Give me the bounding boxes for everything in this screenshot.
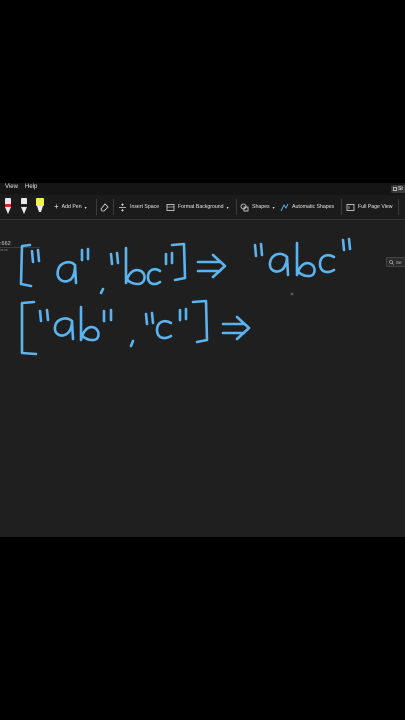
plus-icon: + [54,202,59,211]
ink-quote [102,308,113,323]
ink-letter-a [53,317,75,341]
menu-bar: View Help St [0,183,405,195]
ink-quote [144,311,155,326]
ribbon-separator [398,199,399,215]
ink-comma [99,287,105,295]
ink-letter-c [318,253,336,274]
add-pen-button[interactable]: + Add Pen ▾ [54,201,87,213]
ink-letter-a [268,252,290,277]
share-label: St [398,186,403,192]
eraser-icon [100,202,109,211]
insert-space-label: Insert Space [130,204,160,210]
automatic-shapes-label: Automatic Shapes [292,204,335,210]
ink-letter-c [155,319,173,340]
ink-arrow [196,253,227,279]
highlighter-yellow-icon[interactable] [35,197,45,217]
ink-quote [178,307,188,322]
insert-space-button[interactable]: Insert Space [118,201,159,213]
shapes-label: Shapes [252,204,270,210]
chevron-down-icon: ▾ [226,204,229,210]
background-icon [166,203,175,211]
ribbon-separator [113,199,114,215]
full-page-view-button[interactable]: Full Page View [346,201,393,213]
eraser-button[interactable] [100,201,109,213]
full-page-icon [346,203,355,211]
ink-dot [290,292,294,296]
format-background-label: Format Background [178,204,224,210]
share-button[interactable]: St [391,185,405,193]
automatic-shapes-icon [280,203,289,211]
ribbon-separator [236,199,237,215]
menu-help[interactable]: Help [25,184,37,190]
ink-letter-b [79,305,100,342]
ink-quote [38,308,50,323]
ink-bracket-open [20,300,38,356]
menu-view[interactable]: View [5,184,18,190]
ink-letter-a [56,260,78,285]
ribbon-separator [341,199,342,215]
share-icon [393,187,397,191]
shapes-icon [240,203,249,211]
ink-quote [109,251,120,266]
ink-bracket-open [19,243,33,288]
chevron-down-icon: ▾ [272,204,275,210]
pen-black-icon[interactable] [3,197,13,217]
ink-letter-b [124,246,146,286]
ink-letter-c [146,267,162,286]
ink-bracket-close [170,242,187,282]
ink-quote [80,247,90,262]
ribbon-separator [96,199,97,215]
chevron-down-icon: ▾ [84,204,87,210]
ink-arrow [221,315,251,341]
format-background-button[interactable]: Format Background ▾ [166,201,229,213]
ink-quote [341,237,352,252]
ink-bracket-close [191,299,209,344]
full-page-view-label: Full Page View [358,204,393,210]
note-canvas[interactable]: :662 45:08 Se [0,220,405,537]
add-pen-label: Add Pen [61,204,82,210]
pen-dark-icon[interactable] [19,197,29,217]
handwritten-ink [19,237,352,356]
ink-letter-b [295,241,316,278]
ink-quote [30,248,41,264]
ink-comma [129,339,135,348]
draw-ribbon: + Add Pen ▾ Insert Space Format Backgrou… [0,195,405,220]
onenote-window: View Help St + Add Pen ▾ Insert Space Fo… [0,183,405,537]
automatic-shapes-button[interactable]: Automatic Shapes [280,201,334,213]
ink-quote [253,242,264,258]
shapes-button[interactable]: Shapes ▾ [240,201,275,213]
ink-quote [164,251,174,266]
insert-space-icon [119,202,126,212]
